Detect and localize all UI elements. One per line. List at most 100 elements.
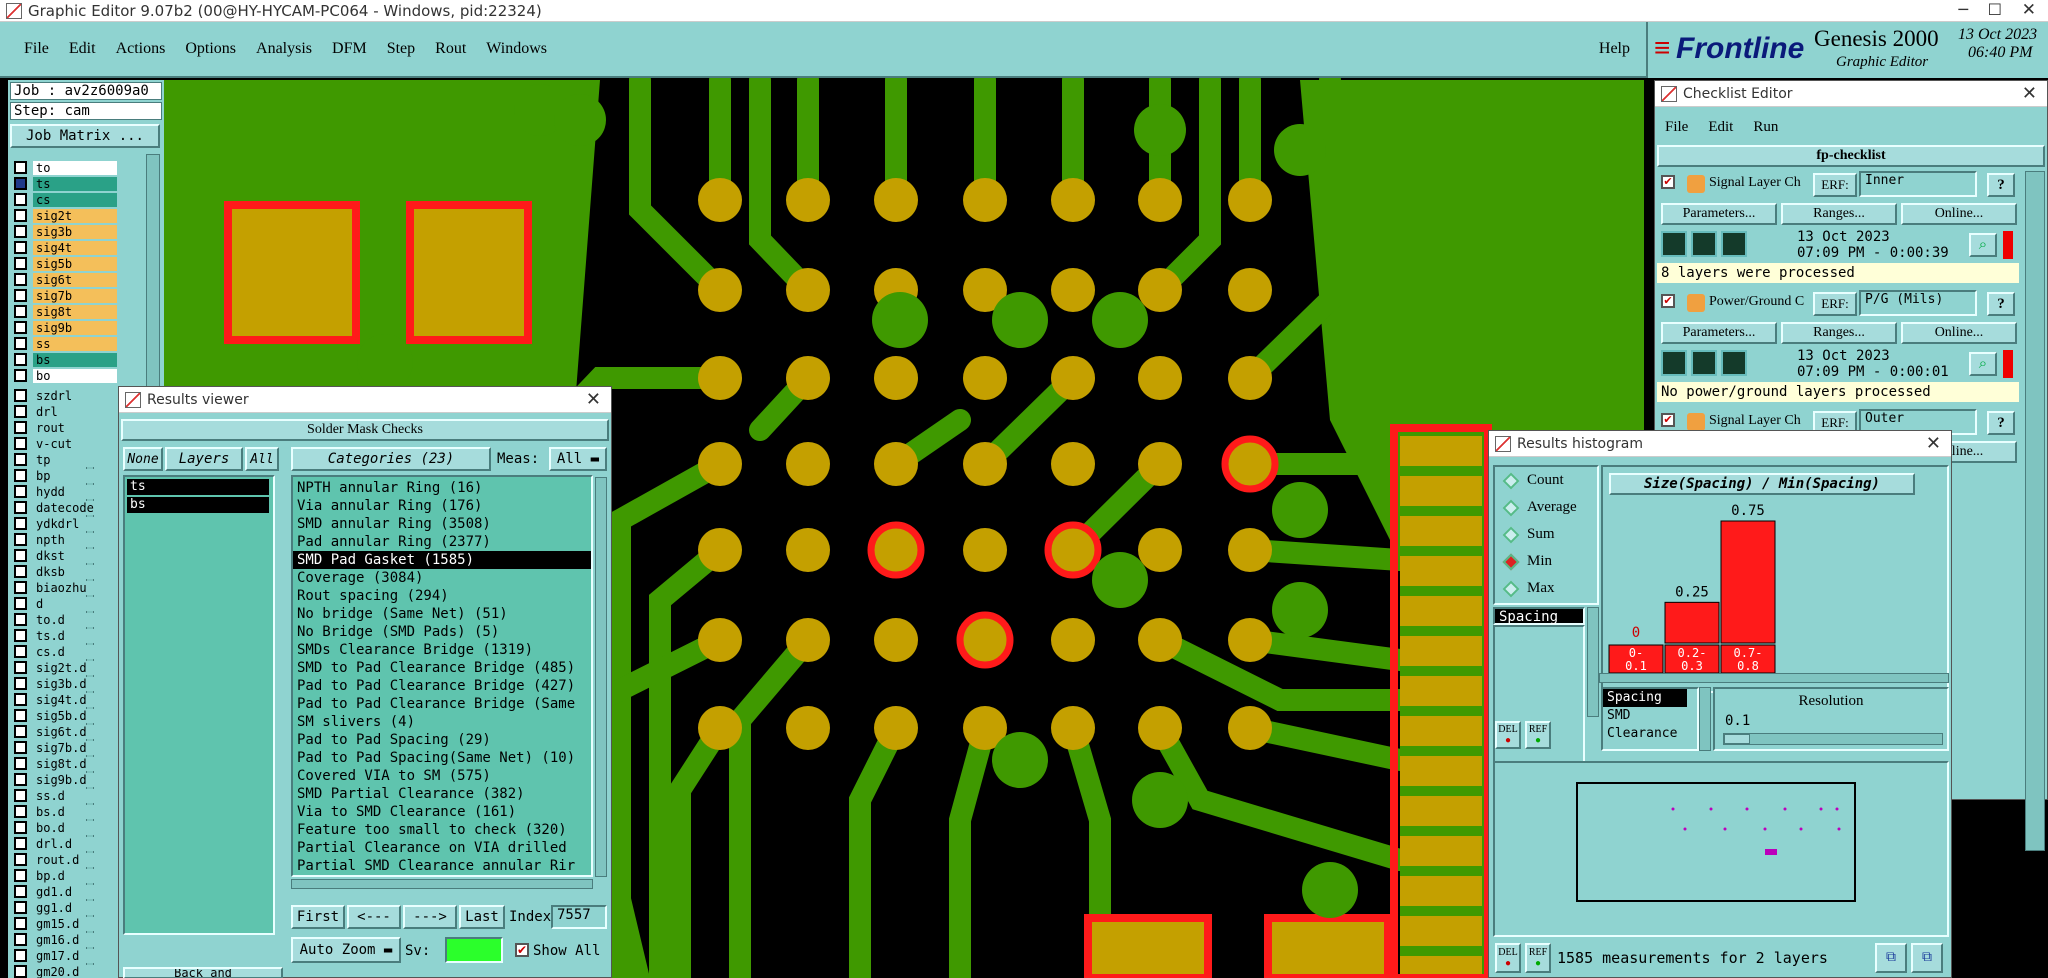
bga-pad[interactable] [1051,268,1095,312]
category-item[interactable]: Pad annular Ring (2377) [293,533,591,551]
category-item[interactable]: Pad to Pad Spacing (29) [293,731,591,749]
category-item[interactable]: SMD Partial Clearance (382) [293,785,591,803]
layer-checkbox[interactable] [14,389,27,402]
category-item[interactable]: Pad to Pad Clearance Bridge (Same [293,695,591,713]
edge-pad[interactable] [1400,476,1482,506]
category-item[interactable]: Partial Clearance on VIA drilled [293,839,591,857]
layer-checkbox[interactable] [14,257,27,270]
edge-pad[interactable] [1400,836,1482,866]
menu-file[interactable]: File [24,40,49,58]
next-button[interactable]: ---> [403,905,457,929]
category-item[interactable]: SMD Pad Gasket (1585) [293,551,591,569]
bga-pad[interactable] [1051,356,1095,400]
bga-pad[interactable] [698,178,742,222]
online-button[interactable]: Online... [1901,203,2017,225]
results-close-icon[interactable]: ✕ [586,389,601,410]
layer-row[interactable]: sig3b [14,224,117,239]
category-item[interactable]: NPTH annular Ring (16) [293,479,591,497]
layer-checkbox[interactable] [14,549,27,562]
checklist-close-icon[interactable]: ✕ [2022,83,2037,104]
back-button[interactable]: Back and [123,967,283,978]
histogram-close-icon[interactable]: ✕ [1926,433,1941,454]
online-button[interactable]: Online... [1901,322,2017,344]
layer-checkbox[interactable] [14,837,27,850]
layer-row[interactable]: to.d [14,612,95,627]
categories-scrollbar[interactable] [595,477,607,877]
layer-row[interactable]: d [14,596,95,611]
categories-button[interactable]: Categories (23) [291,447,491,471]
layer-row[interactable]: gg1.d [14,900,95,915]
edge-pad[interactable] [1400,556,1482,586]
bga-pad[interactable] [786,442,830,486]
layer-row[interactable]: rout.d [14,852,95,867]
menu-dfm[interactable]: DFM [332,40,367,58]
bga-pad[interactable] [874,356,918,400]
layer-checkbox[interactable] [14,693,27,706]
help-icon[interactable]: ? [1987,411,2015,435]
layer-checkbox[interactable] [14,581,27,594]
layer-checkbox[interactable] [14,437,27,450]
del-button[interactable]: DEL ● [1495,721,1521,749]
layer-checkbox[interactable] [14,613,27,626]
bga-pad[interactable] [698,528,742,572]
layer-row[interactable]: sig6t [14,272,117,287]
ranges-button[interactable]: Ranges... [1781,322,1897,344]
layer-checkbox[interactable] [14,757,27,770]
layer-row[interactable]: gm15.d [14,916,95,931]
mode-sum[interactable]: Sum [1495,521,1597,548]
layer-checkbox[interactable] [14,353,27,366]
layer-row[interactable]: sig9b [14,320,117,335]
category-item[interactable]: Feature too small to check (320) [293,821,591,839]
bga-pad[interactable] [1228,356,1272,400]
run-icon[interactable] [1721,350,1747,376]
layer-row[interactable]: hydd [14,484,95,499]
category-item[interactable]: Via to SMD Clearance (161) [293,803,591,821]
category-item[interactable]: No Bridge (SMD Pads) (5) [293,623,591,641]
layer-row[interactable]: sig7b.d [14,740,95,755]
layer-checkbox[interactable] [14,805,27,818]
layer-row[interactable]: v-cut [14,436,95,451]
spacing-scrollbar[interactable] [1699,687,1711,751]
bga-pad[interactable] [1051,618,1095,662]
layer-row[interactable]: gm16.d [14,932,95,947]
bga-pad[interactable] [874,442,918,486]
layer-checkbox[interactable] [14,209,27,222]
bga-pad[interactable] [786,528,830,572]
erf-value[interactable]: Inner [1859,171,1977,197]
mode-min[interactable]: Min [1495,548,1597,575]
zoom-fit-icon[interactable]: ⧉ [1875,943,1907,973]
layer-row[interactable]: biaozhu [14,580,95,595]
layer-selection-list[interactable]: ts bs [123,475,275,935]
category-item[interactable]: No bridge (Same Net) (51) [293,605,591,623]
meas-dropdown[interactable]: All ▬ [549,447,607,471]
mode-max[interactable]: Max [1495,575,1597,602]
layer-row[interactable]: sig4t [14,240,117,255]
layer-checkbox[interactable] [14,405,27,418]
del-button-bottom[interactable]: DEL ● [1495,943,1521,973]
bga-pad[interactable] [698,442,742,486]
run-icon[interactable] [1691,350,1717,376]
layer-checkbox[interactable] [14,453,27,466]
run-icon[interactable] [1691,231,1717,257]
layer-row[interactable]: cs.d [14,644,95,659]
layer-row[interactable]: npth [14,532,95,547]
run-icon[interactable] [1721,231,1747,257]
category-item[interactable]: Pad to Pad Spacing(Same Net) (10) [293,749,591,767]
histogram-bar[interactable] [1720,520,1776,644]
maximize-icon[interactable]: ☐ [1988,0,2002,19]
bga-pad[interactable] [1228,178,1272,222]
job-matrix-button[interactable]: Job Matrix ... [10,124,160,148]
layer-row[interactable]: tp [14,452,95,467]
edge-pad[interactable] [1400,756,1482,786]
layer-row[interactable]: gm20.d [14,964,95,978]
index-input[interactable]: 7557 [551,905,607,929]
bga-pad[interactable] [1138,618,1182,662]
category-item[interactable]: Coverage (3084) [293,569,591,587]
menu-options[interactable]: Options [185,40,236,58]
layer-checkbox[interactable] [14,901,27,914]
layer-row[interactable]: sig5b.d [14,708,95,723]
bga-pad[interactable] [874,178,918,222]
item-checkbox[interactable]: ✔ [1661,413,1675,427]
layer-row[interactable]: sig4t.d [14,692,95,707]
layer-checkbox[interactable] [14,677,27,690]
